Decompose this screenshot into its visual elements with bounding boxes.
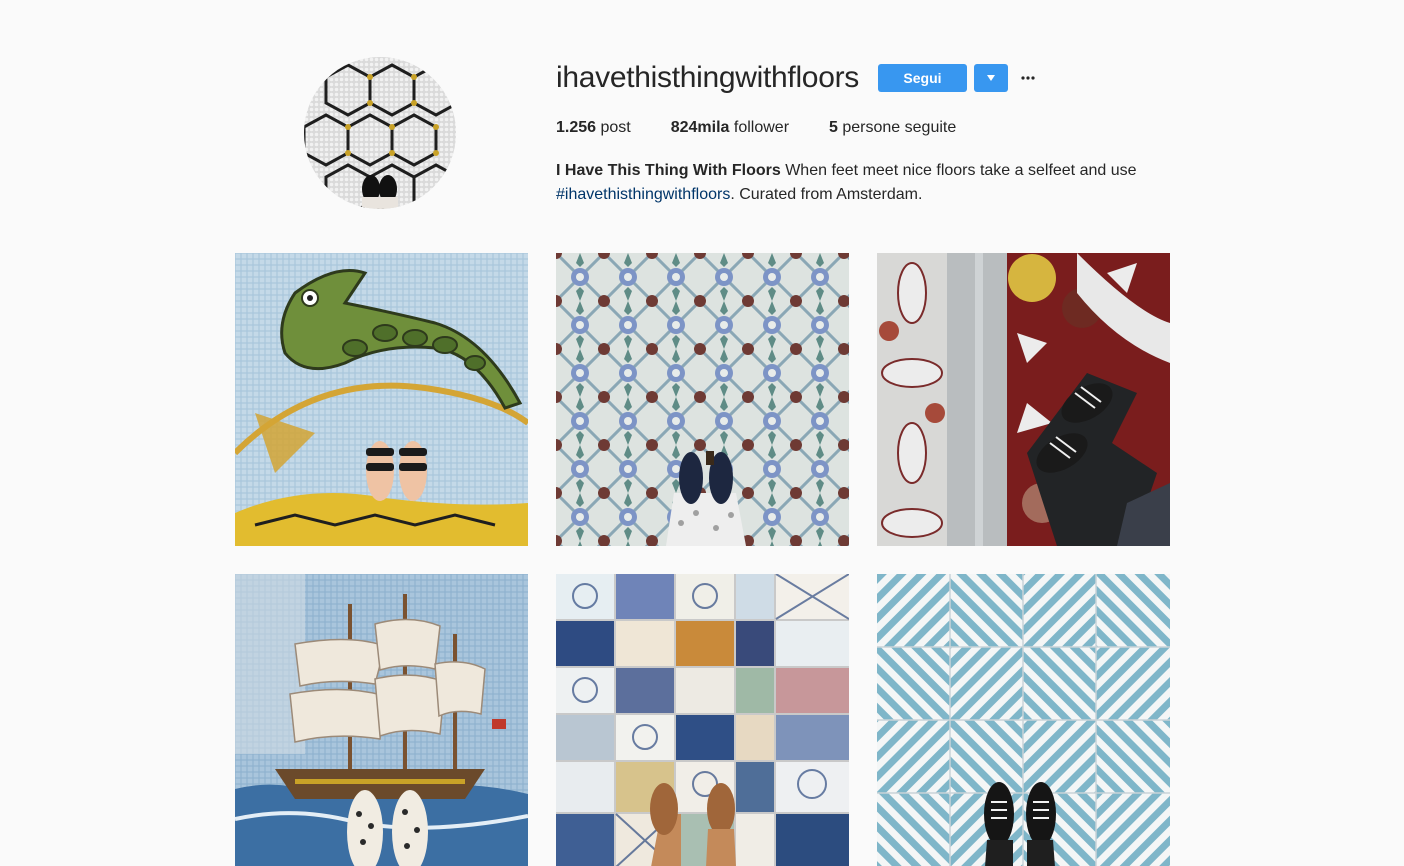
post-image-patchwork-tiles bbox=[556, 574, 849, 866]
posts-count: 1.256 post bbox=[556, 118, 631, 138]
avatar-hexagon-floor-image bbox=[304, 57, 456, 209]
caret-down-icon bbox=[986, 75, 995, 81]
following-count-value: 5 bbox=[829, 119, 838, 136]
bio-suffix: . Curated from Amsterdam. bbox=[730, 186, 923, 203]
following-count[interactable]: 5 persone seguite bbox=[829, 118, 956, 138]
post-thumbnail[interactable] bbox=[235, 574, 528, 866]
post-thumbnail[interactable] bbox=[556, 574, 849, 866]
post-thumbnail[interactable] bbox=[877, 574, 1170, 866]
profile-username: ihavethisthingwithfloors bbox=[556, 61, 859, 94]
bio-hashtag-link[interactable]: #ihavethisthingwithfloors bbox=[556, 186, 730, 203]
post-image-ship-mosaic bbox=[235, 574, 528, 866]
profile-title-row: ihavethisthingwithfloors Segui bbox=[556, 58, 1196, 98]
followers-count-value: 824mila bbox=[670, 119, 730, 136]
post-thumbnail[interactable] bbox=[556, 253, 849, 546]
post-image-chevron-stripe-tiles bbox=[877, 574, 1170, 866]
profile-bio: I Have This Thing With Floors When feet … bbox=[556, 159, 1176, 207]
follow-options-button[interactable] bbox=[973, 64, 1008, 92]
bio-full-name: I Have This Thing With Floors bbox=[556, 162, 781, 179]
profile-page: ihavethisthingwithfloors Segui 1.256 pos… bbox=[0, 0, 1404, 866]
post-image-marble-inlay bbox=[877, 253, 1170, 546]
posts-count-value: 1.256 bbox=[556, 119, 597, 136]
follow-button[interactable]: Segui bbox=[877, 64, 967, 92]
post-thumbnail[interactable] bbox=[877, 253, 1170, 546]
ellipsis-icon bbox=[1021, 76, 1035, 80]
post-image-seahorse-mosaic bbox=[235, 253, 528, 546]
following-count-label: persone seguite bbox=[837, 119, 957, 136]
post-thumbnail[interactable] bbox=[235, 253, 528, 546]
posts-count-label: post bbox=[596, 119, 631, 136]
post-image-blue-cement-tiles bbox=[556, 253, 849, 546]
profile-avatar[interactable] bbox=[304, 57, 456, 209]
profile-info: ihavethisthingwithfloors Segui 1.256 pos… bbox=[556, 58, 1196, 207]
profile-stats: 1.256 post 824mila follower 5 persone se… bbox=[556, 118, 1196, 138]
bio-text: When feet meet nice floors take a selfee… bbox=[780, 162, 1137, 179]
followers-count-label: follower bbox=[729, 119, 790, 136]
more-options-button[interactable] bbox=[1021, 64, 1039, 92]
followers-count[interactable]: 824mila follower bbox=[671, 118, 789, 138]
